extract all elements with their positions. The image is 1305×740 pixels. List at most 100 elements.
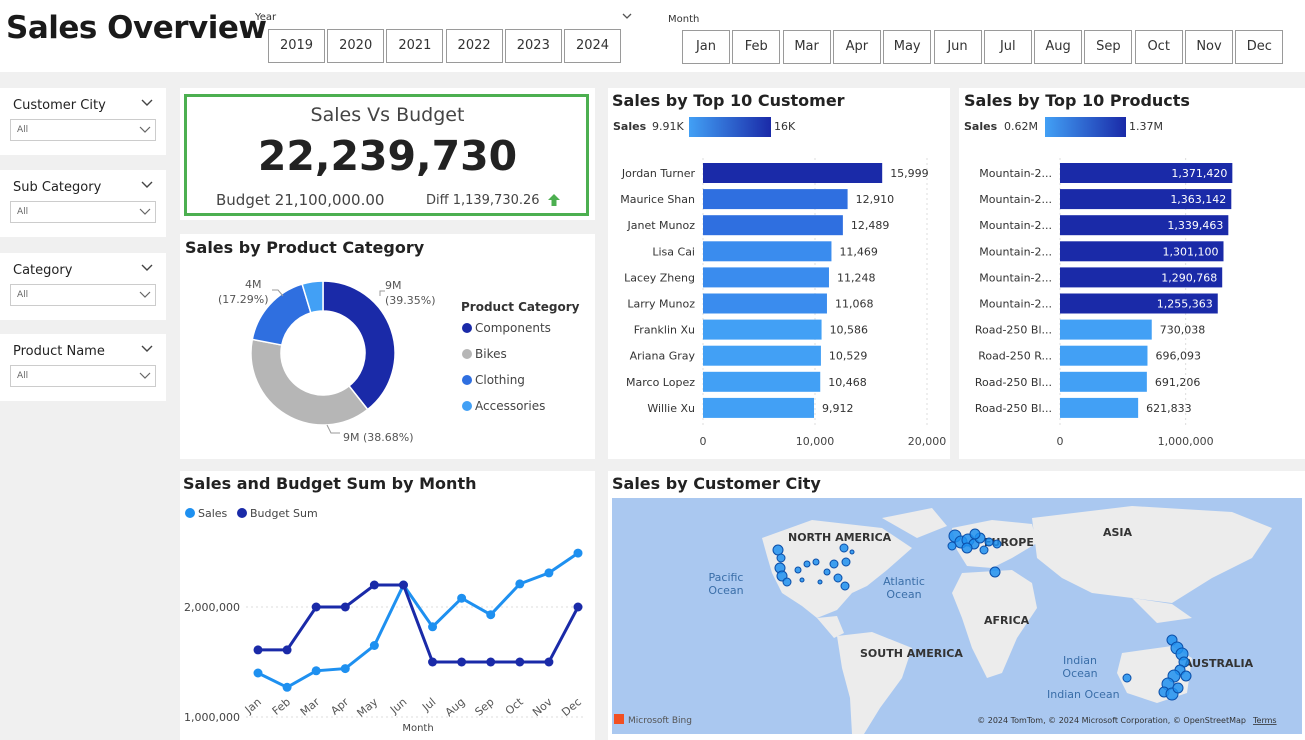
- series-point: [428, 657, 438, 667]
- chevron-down-icon[interactable]: [140, 261, 154, 275]
- x-tick-label: 1,000,000: [1158, 435, 1214, 448]
- world-map[interactable]: NORTH AMERICA EUROPEASIAPacificOceanAtlan…: [612, 498, 1302, 734]
- x-tick-label: 0: [700, 435, 707, 448]
- month-button-apr[interactable]: Apr: [832, 30, 881, 64]
- map-bubble: [989, 566, 1001, 578]
- legend-item-accessories[interactable]: Accessories: [462, 399, 545, 413]
- month-button-aug[interactable]: Aug: [1034, 30, 1083, 64]
- bar-7: [703, 345, 821, 366]
- chevron-down-icon[interactable]: [139, 207, 151, 217]
- filter-dropdown[interactable]: All: [10, 119, 156, 141]
- year-button-2022[interactable]: 2022: [445, 29, 503, 63]
- month-button-may[interactable]: May: [883, 30, 932, 64]
- series-point: [369, 641, 379, 650]
- bar-category-label: Road-250 Bl...: [975, 376, 1052, 389]
- series-point: [311, 602, 321, 612]
- chevron-down-icon[interactable]: [139, 371, 151, 381]
- bar-6: [1060, 319, 1152, 340]
- month-button-dec[interactable]: Dec: [1235, 30, 1284, 64]
- map-label: NORTH AMERICA: [788, 531, 892, 544]
- chevron-down-icon[interactable]: [139, 125, 151, 135]
- year-button-2021[interactable]: 2021: [386, 29, 444, 63]
- month-button-nov[interactable]: Nov: [1185, 30, 1233, 64]
- page-title: Sales Overview: [6, 10, 267, 46]
- year-slicer-label: Year: [255, 12, 277, 23]
- month-button-jan[interactable]: Jan: [682, 30, 730, 64]
- chevron-down-icon[interactable]: [139, 290, 151, 300]
- x-tick-label: Apr: [328, 695, 351, 717]
- bar-category-label: Willie Xu: [647, 402, 695, 415]
- series-point: [486, 657, 496, 667]
- bar-value-label: 1,290,768: [1161, 271, 1217, 284]
- legend-dot-icon: [462, 349, 472, 359]
- month-slicer-label: Month: [668, 14, 700, 25]
- bar-value-label: 12,910: [856, 193, 895, 206]
- bar-value-label: 691,206: [1155, 376, 1201, 389]
- month-button-jun[interactable]: Jun: [933, 30, 982, 64]
- month-button-feb[interactable]: Feb: [732, 30, 781, 64]
- series-point: [311, 666, 321, 676]
- legend-item-bikes[interactable]: Bikes: [462, 347, 507, 361]
- chevron-down-icon[interactable]: [140, 178, 154, 192]
- month-button-jul[interactable]: Jul: [983, 30, 1032, 64]
- map-title: Sales by Customer City: [612, 474, 821, 493]
- filter-dropdown[interactable]: All: [10, 284, 156, 306]
- series-point: [544, 657, 554, 667]
- filter-product-name: Product Name All: [0, 334, 166, 401]
- filter-value: All: [17, 125, 29, 135]
- bar-category-label: Jordan Turner: [621, 167, 696, 180]
- bar-9: [703, 397, 815, 418]
- legend-label: Components: [475, 321, 551, 335]
- x-tick-label: Dec: [559, 695, 584, 719]
- x-tick-label: Oct: [503, 695, 526, 718]
- map-bubble: [817, 579, 823, 585]
- month-button-oct[interactable]: Oct: [1134, 30, 1183, 64]
- legend-label: Accessories: [475, 399, 546, 413]
- legend-item-components[interactable]: Components: [462, 321, 551, 335]
- map-bubble: [1172, 682, 1184, 694]
- bar-category-label: Mountain-2...: [979, 193, 1052, 206]
- x-tick-label: 0: [1057, 435, 1064, 448]
- map-bubble: [841, 557, 851, 567]
- filter-value: All: [17, 207, 29, 217]
- year-button-2019[interactable]: 2019: [268, 29, 325, 63]
- filter-dropdown[interactable]: All: [10, 201, 156, 223]
- bar-value-label: 621,833: [1146, 402, 1192, 415]
- legend-dot-icon: [462, 401, 472, 411]
- year-button-2023[interactable]: 2023: [504, 29, 562, 63]
- chevron-down-icon[interactable]: [140, 342, 154, 356]
- year-button-2020[interactable]: 2020: [327, 29, 385, 63]
- month-button-sep[interactable]: Sep: [1084, 30, 1133, 64]
- legend-item-clothing[interactable]: Clothing: [462, 373, 525, 387]
- legend-dot-icon: [237, 508, 247, 518]
- legend-label: Bikes: [475, 347, 507, 361]
- filter-sub-category: Sub Category All: [0, 170, 166, 237]
- bar-value-label: 11,068: [835, 298, 874, 311]
- x-tick-label: Nov: [530, 695, 555, 719]
- kpi-diff: Diff 1,139,730.26: [426, 193, 540, 208]
- x-tick-label: Jun: [387, 695, 409, 717]
- map-label: Ocean: [708, 584, 743, 597]
- map-label: AFRICA: [984, 614, 1030, 627]
- series-point: [457, 593, 467, 603]
- year-button-2024[interactable]: 2024: [564, 29, 621, 63]
- donut-label-bikes: 9M (38.68%): [343, 431, 414, 444]
- bar-value-label: 12,489: [851, 219, 890, 232]
- bar-value-label: 1,255,363: [1157, 298, 1213, 311]
- map-bubble: [799, 577, 805, 583]
- bar-value-label: 9,912: [822, 402, 854, 415]
- bar-9: [1060, 397, 1139, 418]
- series-point: [573, 548, 583, 558]
- month-button-mar[interactable]: Mar: [782, 30, 831, 64]
- x-tick-label: 20,000: [908, 435, 947, 448]
- map-label: Indian: [1063, 654, 1097, 667]
- chevron-down-icon[interactable]: [140, 96, 154, 110]
- map-bubble: [1122, 673, 1132, 683]
- bar-category-label: Janet Munoz: [627, 219, 696, 232]
- filter-title: Customer City: [13, 98, 106, 113]
- donut-label-components: 9M: [385, 279, 402, 292]
- map-bubble: [772, 544, 784, 556]
- year-slicer-chevron-icon[interactable]: [621, 11, 633, 21]
- filter-dropdown[interactable]: All: [10, 365, 156, 387]
- bar-5: [703, 293, 827, 314]
